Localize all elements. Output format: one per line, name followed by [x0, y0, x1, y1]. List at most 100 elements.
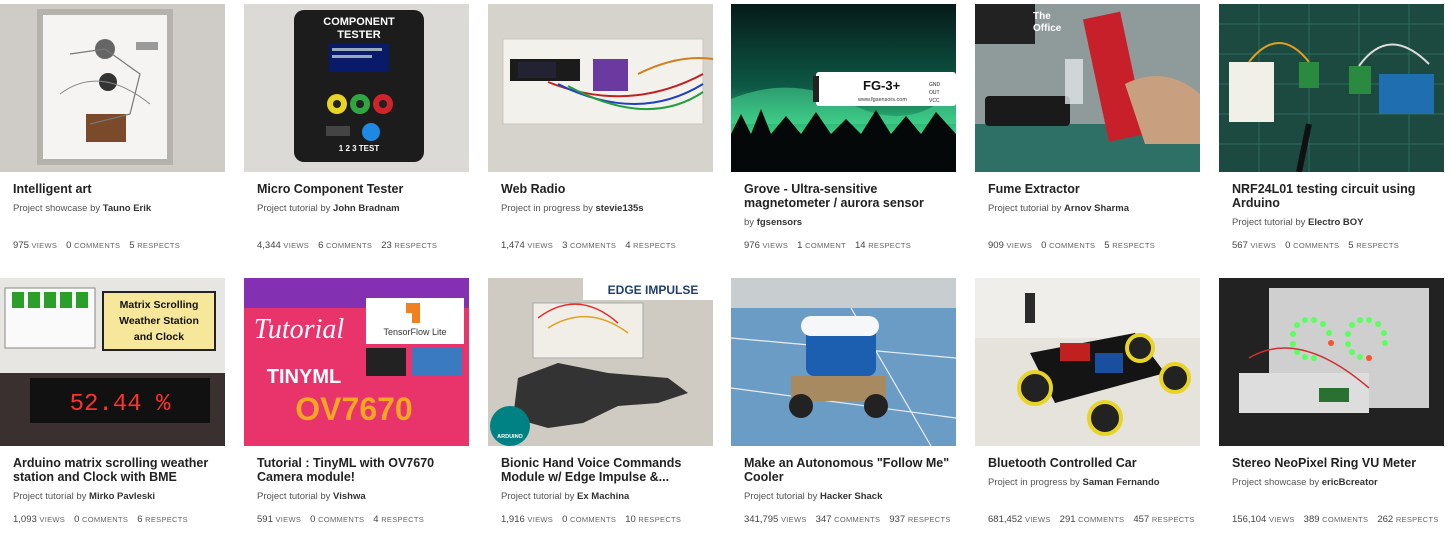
author-link[interactable]: Tauno Erik [103, 203, 151, 214]
respects-stat-label: respects [907, 515, 951, 524]
svg-text:TINYML: TINYML [267, 366, 341, 388]
project-kind: Project tutorial by [257, 203, 331, 214]
comments-stat: 6 comments [318, 240, 372, 251]
author-link[interactable]: stevie135s [596, 203, 644, 214]
project-card[interactable]: Stereo NeoPixel Ring VU Meter Project sho… [1219, 278, 1447, 543]
author-link[interactable]: Saman Fernando [1083, 477, 1160, 488]
comments-stat-count: 0 [562, 514, 568, 525]
views-stat: 681,452 views [988, 514, 1051, 525]
comments-stat-count: 6 [318, 240, 324, 251]
author-link[interactable]: Electro BOY [1308, 217, 1363, 228]
respects-stat: 6 respects [137, 514, 188, 525]
author-link[interactable]: John Bradnam [333, 203, 400, 214]
project-byline: Project tutorial by Ex Machina [501, 491, 629, 503]
project-title[interactable]: NRF24L01 testing circuit using Arduino [1232, 182, 1444, 210]
project-title[interactable]: Grove - Ultra-sensitive magnetometer / a… [744, 182, 956, 210]
project-thumbnail[interactable] [1219, 4, 1444, 172]
project-card[interactable]: EDGE IMPULSE ARDUINO Bionic Hand Voice Co… [488, 278, 716, 543]
project-stats: 567 views 0 comments 5 respects [1232, 240, 1408, 251]
author-link[interactable]: Ex Machina [577, 491, 629, 502]
respects-stat-label: respects [633, 241, 676, 250]
project-thumbnail[interactable] [488, 4, 713, 172]
project-thumbnail[interactable]: The Office [975, 4, 1200, 172]
project-thumbnail[interactable] [0, 4, 225, 172]
svg-text:and Clock: and Clock [134, 331, 184, 343]
project-byline: Project tutorial by Vishwa [257, 491, 366, 503]
project-stats: 4,344 views 6 comments 23 respects [257, 240, 446, 251]
tester-label: COMPONENT [323, 16, 395, 28]
comments-stat-count: 389 [1303, 514, 1320, 525]
comments-stat: 0 comments [310, 514, 364, 525]
author-link[interactable]: Arnov Sharma [1064, 203, 1129, 214]
project-byline: Project tutorial by John Bradnam [257, 203, 400, 215]
views-stat-count: 1,916 [501, 514, 525, 525]
project-title[interactable]: Bluetooth Controlled Car [988, 456, 1200, 470]
views-stat-label: views [780, 515, 807, 524]
svg-text:ARDUINO: ARDUINO [497, 434, 523, 440]
project-thumbnail[interactable]: COMPONENT TESTER 1 2 3 TEST [244, 4, 469, 172]
project-title[interactable]: Bionic Hand Voice Commands Module w/ Edg… [501, 456, 713, 484]
project-title[interactable]: Intelligent art [13, 182, 225, 196]
author-link[interactable]: ericBcreator [1322, 477, 1378, 488]
author-link[interactable]: Mirko Pavleski [89, 491, 155, 502]
respects-stat: 5 respects [129, 240, 180, 251]
respects-stat-label: respects [381, 515, 425, 524]
author-link[interactable]: Hacker Shack [820, 491, 882, 502]
respects-stat-count: 262 [1377, 514, 1394, 525]
respects-stat-label: respects [145, 515, 188, 524]
project-kind: Project tutorial by [1232, 217, 1306, 228]
project-thumbnail[interactable]: Tutorial TINYML OV7670 TensorFlow Lite [244, 278, 469, 446]
project-card[interactable]: Make an Autonomous "Follow Me" Cooler Pro… [731, 278, 959, 543]
project-byline: Project tutorial by Arnov Sharma [988, 203, 1129, 215]
comments-stat-label: comments [834, 515, 881, 524]
comments-stat-count: 0 [66, 240, 72, 251]
respects-stat-label: respects [1112, 241, 1156, 250]
views-stat-count: 1,093 [13, 514, 37, 525]
comments-stat-count: 291 [1059, 514, 1076, 525]
project-thumbnail[interactable] [975, 278, 1200, 446]
project-card[interactable]: Intelligent art Project showcase by Tauno… [0, 4, 228, 269]
comments-stat: 3 comments [562, 240, 616, 251]
project-title[interactable]: Make an Autonomous "Follow Me" Cooler [744, 456, 956, 484]
views-stat-count: 591 [257, 514, 273, 525]
author-link[interactable]: fgsensors [757, 217, 802, 228]
project-title[interactable]: Web Radio [501, 182, 713, 196]
project-kind: Project in progress by [501, 203, 593, 214]
views-stat-label: views [31, 241, 58, 250]
respects-stat: 937 respects [889, 514, 950, 525]
project-kind: Project in progress by [988, 477, 1080, 488]
project-card[interactable]: Matrix Scrolling Weather Station and Clo… [0, 278, 228, 543]
comments-stat-label: comments [1049, 241, 1096, 250]
project-thumbnail[interactable] [1219, 278, 1444, 446]
project-card[interactable]: Tutorial TINYML OV7670 TensorFlow Lite T… [244, 278, 472, 543]
project-card[interactable]: FG-3+ www.fgsensors.com GND OUT VCC Grove… [731, 4, 959, 269]
views-stat: 1,474 views [501, 240, 553, 251]
respects-stat-count: 10 [625, 514, 636, 525]
comments-stat-label: comments [74, 241, 121, 250]
project-card[interactable]: Web Radio Project in progress by stevie13… [488, 4, 716, 269]
project-card[interactable]: NRF24L01 testing circuit using Arduino Pr… [1219, 4, 1447, 269]
project-title[interactable]: Fume Extractor [988, 182, 1200, 196]
project-title[interactable]: Stereo NeoPixel Ring VU Meter [1232, 456, 1444, 470]
svg-text:www.fgsensors.com: www.fgsensors.com [857, 97, 907, 103]
project-byline: Project in progress by stevie135s [501, 203, 644, 215]
project-thumbnail[interactable]: FG-3+ www.fgsensors.com GND OUT VCC [731, 4, 956, 172]
project-thumbnail[interactable]: EDGE IMPULSE ARDUINO [488, 278, 713, 446]
project-card[interactable]: The Office Fume Extractor Project tutoria… [975, 4, 1203, 269]
project-grid: Intelligent art Project showcase by Tauno… [0, 0, 1451, 541]
project-title[interactable]: Arduino matrix scrolling weather station… [13, 456, 225, 484]
comments-stat: 0 comments [66, 240, 120, 251]
views-stat-label: views [527, 241, 554, 250]
comments-stat-label: comments [1293, 241, 1340, 250]
respects-stat-count: 5 [1348, 240, 1354, 251]
project-thumbnail[interactable]: Matrix Scrolling Weather Station and Clo… [0, 278, 225, 446]
project-card[interactable]: Bluetooth Controlled Car Project in progr… [975, 278, 1203, 543]
author-link[interactable]: Vishwa [333, 491, 366, 502]
project-byline: Project showcase by ericBcreator [1232, 477, 1378, 489]
project-card[interactable]: COMPONENT TESTER 1 2 3 TEST Micro Compone… [244, 4, 472, 269]
respects-stat: 10 respects [625, 514, 681, 525]
project-title[interactable]: Tutorial : TinyML with OV7670 Camera mod… [257, 456, 469, 484]
project-title[interactable]: Micro Component Tester [257, 182, 469, 196]
project-thumbnail[interactable] [731, 278, 956, 446]
respects-stat-count: 457 [1133, 514, 1150, 525]
